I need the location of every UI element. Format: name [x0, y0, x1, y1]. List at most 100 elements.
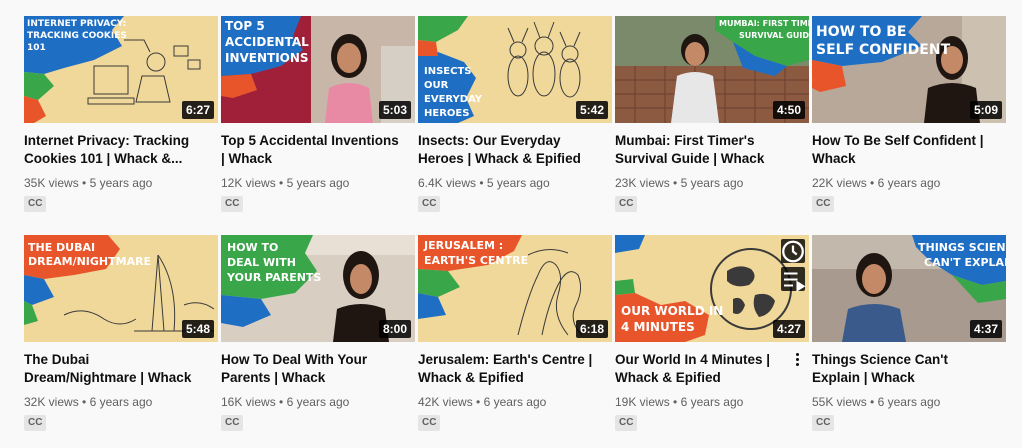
thumb-text: SELF CONFIDENT — [816, 42, 951, 58]
thumb-text: OUR WORLD IN — [621, 304, 723, 318]
add-to-queue-button[interactable] — [781, 267, 805, 292]
video-thumbnail[interactable]: THINGS SCIENCE CAN'T EXPLAIN 4:37 — [812, 235, 1006, 342]
meta-separator: • — [82, 176, 87, 190]
video-thumbnail[interactable]: HOW TO DEAL WITH YOUR PARENTS 8:00 — [221, 235, 415, 342]
video-thumbnail[interactable]: INSECTS OUR EVERYDAY HEROES 5:42 — [418, 16, 612, 123]
thumb-text: INSECTS — [424, 66, 472, 77]
video-title[interactable]: Our World In 4 Minutes | Whack & Epified — [615, 351, 793, 387]
video-meta: 22K views • 6 years ago — [812, 175, 940, 191]
video-thumbnail[interactable]: HOW TO BE SELF CONFIDENT 5:09 — [812, 16, 1006, 123]
thumb-text: HOW TO — [227, 241, 278, 254]
upload-age: 6 years ago — [286, 395, 350, 409]
video-title[interactable]: Things Science Can't Explain | Whack — [812, 351, 990, 387]
queue-icon — [784, 271, 805, 292]
upload-age: 6 years ago — [483, 395, 547, 409]
duration-badge: 4:37 — [969, 320, 1002, 338]
cc-badge: CC — [221, 415, 244, 431]
upload-age: 6 years ago — [680, 395, 744, 409]
thumb-text: DEAL WITH — [227, 256, 296, 269]
thumb-text: TRACKING COOKIES — [27, 31, 127, 41]
cc-badge: CC — [418, 196, 441, 212]
thumb-text: OUR — [424, 80, 449, 91]
view-count: 23K views — [615, 176, 670, 190]
cc-badge: CC — [24, 415, 47, 431]
video-title[interactable]: Mumbai: First Timer's Survival Guide | W… — [615, 132, 793, 168]
thumb-text: HEROES — [424, 108, 469, 119]
video-card[interactable]: OUR WORLD IN 4 MINUTES 4:27 Our World In… — [615, 235, 809, 440]
video-meta: 19K views • 6 years ago — [615, 394, 743, 410]
duration-badge: 8:00 — [378, 320, 411, 338]
thumb-text: DREAM/NIGHTMARE — [28, 255, 151, 268]
upload-age: 5 years ago — [680, 176, 744, 190]
video-meta: 12K views • 5 years ago — [221, 175, 349, 191]
video-meta: 55K views • 6 years ago — [812, 394, 940, 410]
video-card[interactable]: THE DUBAI DREAM/NIGHTMARE 5:48 The Dubai… — [24, 235, 218, 440]
upload-age: 5 years ago — [286, 176, 350, 190]
video-card[interactable]: JERUSALEM : EARTH'S CENTRE 6:18 Jerusale… — [418, 235, 612, 440]
video-card[interactable]: HOW TO BE SELF CONFIDENT 5:09 How To Be … — [812, 16, 1006, 221]
video-meta: 32K views • 6 years ago — [24, 394, 152, 410]
view-count: 12K views — [221, 176, 276, 190]
cc-badge: CC — [812, 415, 835, 431]
cc-badge: CC — [615, 415, 638, 431]
view-count: 19K views — [615, 395, 670, 409]
thumb-text: THE DUBAI — [28, 241, 95, 254]
cc-badge: CC — [24, 196, 47, 212]
video-title[interactable]: Jerusalem: Earth's Centre | Whack & Epif… — [418, 351, 596, 387]
duration-badge: 4:50 — [772, 101, 805, 119]
upload-age: 6 years ago — [89, 395, 153, 409]
video-card[interactable]: MUMBAI: FIRST TIMER'S SURVIVAL GUIDE 4:5… — [615, 16, 809, 221]
duration-badge: 5:03 — [378, 101, 411, 119]
video-card[interactable]: HOW TO DEAL WITH YOUR PARENTS 8:00 How T… — [221, 235, 415, 440]
video-card[interactable]: TOP 5 ACCIDENTAL INVENTIONS 5:03 Top 5 A… — [221, 16, 415, 221]
upload-age: 5 years ago — [486, 176, 550, 190]
thumb-text: YOUR PARENTS — [226, 271, 321, 284]
video-meta: 42K views • 6 years ago — [418, 394, 546, 410]
thumb-text: HOW TO BE — [816, 24, 907, 40]
meta-separator: • — [870, 176, 875, 190]
video-title[interactable]: How To Deal With Your Parents | Whack — [221, 351, 399, 387]
video-card[interactable]: THINGS SCIENCE CAN'T EXPLAIN 4:37 Things… — [812, 235, 1006, 440]
thumb-text: MUMBAI: FIRST TIMER'S — [719, 19, 809, 28]
video-title[interactable]: Insects: Our Everyday Heroes | Whack & E… — [418, 132, 596, 168]
video-thumbnail[interactable]: THE DUBAI DREAM/NIGHTMARE 5:48 — [24, 235, 218, 342]
duration-badge: 5:48 — [181, 320, 214, 338]
cc-badge: CC — [615, 196, 638, 212]
video-meta: 6.4K views • 5 years ago — [418, 175, 550, 191]
duration-badge: 5:09 — [969, 101, 1002, 119]
view-count: 22K views — [812, 176, 867, 190]
cc-badge: CC — [221, 196, 244, 212]
video-thumbnail[interactable]: MUMBAI: FIRST TIMER'S SURVIVAL GUIDE 4:5… — [615, 16, 809, 123]
duration-badge: 4:27 — [772, 320, 805, 338]
view-count: 32K views — [24, 395, 79, 409]
meta-separator: • — [479, 176, 484, 190]
thumb-text: CAN'T EXPLAIN — [924, 256, 1006, 269]
video-card[interactable]: INTERNET PRIVACY: TRACKING COOKIES 101 6… — [24, 16, 218, 221]
upload-age: 6 years ago — [877, 176, 941, 190]
video-thumbnail[interactable]: INTERNET PRIVACY: TRACKING COOKIES 101 6… — [24, 16, 218, 123]
view-count: 55K views — [812, 395, 867, 409]
video-title[interactable]: Internet Privacy: Tracking Cookies 101 |… — [24, 132, 202, 168]
thumb-text: THINGS SCIENCE — [918, 241, 1006, 254]
meta-separator: • — [673, 176, 678, 190]
thumb-text: ACCIDENTAL — [225, 35, 309, 49]
cc-badge: CC — [418, 415, 441, 431]
video-title[interactable]: The Dubai Dream/Nightmare | Whack & Epif… — [24, 351, 202, 387]
thumb-text: INTERNET PRIVACY: — [27, 19, 126, 29]
thumb-text: 4 MINUTES — [621, 320, 695, 334]
view-count: 42K views — [418, 395, 473, 409]
thumb-text: TOP 5 — [225, 19, 265, 33]
thumb-text: SURVIVAL GUIDE — [739, 31, 809, 40]
video-thumbnail[interactable]: JERUSALEM : EARTH'S CENTRE 6:18 — [418, 235, 612, 342]
video-title[interactable]: Top 5 Accidental Inventions | Whack — [221, 132, 399, 168]
thumb-text: EVERYDAY — [424, 94, 483, 105]
meta-separator: • — [476, 395, 481, 409]
video-thumbnail[interactable]: TOP 5 ACCIDENTAL INVENTIONS 5:03 — [221, 16, 415, 123]
video-title[interactable]: How To Be Self Confident | Whack — [812, 132, 990, 168]
duration-badge: 6:27 — [181, 101, 214, 119]
thumb-text: INVENTIONS — [225, 51, 309, 65]
video-thumbnail[interactable]: OUR WORLD IN 4 MINUTES 4:27 — [615, 235, 809, 342]
video-card[interactable]: INSECTS OUR EVERYDAY HEROES 5:42 Insects… — [418, 16, 612, 221]
thumb-text: JERUSALEM : — [423, 239, 503, 252]
more-vert-icon[interactable] — [791, 349, 803, 369]
